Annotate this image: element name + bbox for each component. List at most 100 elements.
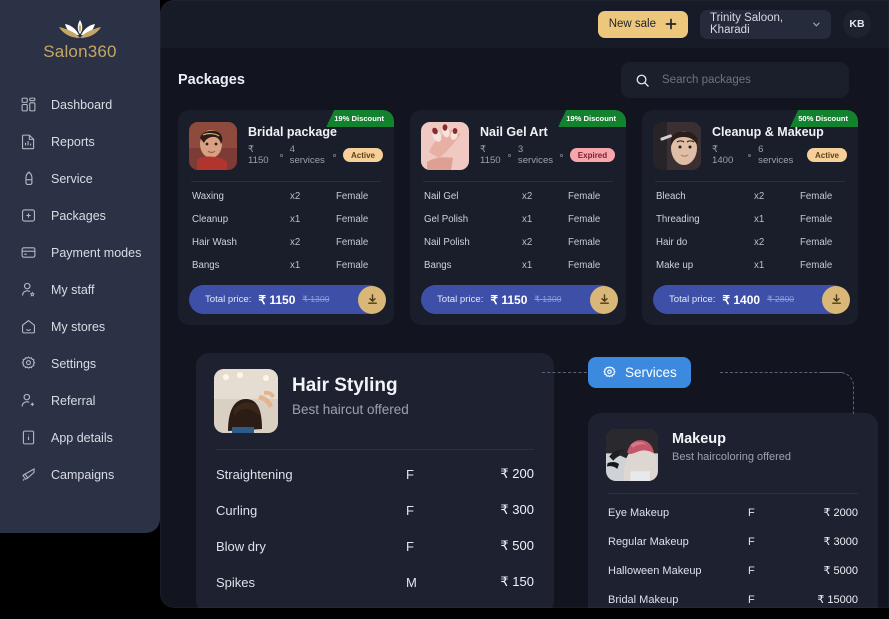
service-name: Halloween Makeup: [608, 564, 702, 577]
service-price: ₹ 3000: [823, 536, 858, 548]
item-gender: Female: [800, 237, 833, 248]
package-item-row: Bangs x1 Female: [421, 254, 615, 277]
package-services-count: 6 services: [758, 144, 794, 166]
avatar-initials: KB: [849, 18, 865, 30]
service-gender: F: [748, 593, 755, 606]
download-button[interactable]: [358, 285, 386, 314]
dot-separator-icon: [279, 153, 283, 157]
download-button[interactable]: [822, 285, 850, 314]
avatar[interactable]: KB: [843, 10, 871, 38]
item-name: Nail Gel: [424, 191, 459, 202]
package-item-row: Waxing x2 Female: [189, 185, 383, 208]
search-box[interactable]: [621, 62, 849, 98]
service-gender: F: [748, 535, 755, 548]
package-header: Bridal package ₹ 1150 4 services Active: [189, 122, 383, 170]
item-gender: Female: [800, 214, 833, 225]
service-gender: F: [748, 564, 755, 577]
status-badge: Active: [342, 148, 383, 162]
discount-ribbon: 19% Discount: [326, 110, 394, 127]
service-price: ₹ 15000: [817, 594, 858, 606]
status-badge: Active: [806, 148, 847, 162]
divider: [608, 493, 858, 494]
package-item-row: Nail Polish x2 Female: [421, 231, 615, 254]
service-row: Blow dry F ₹ 500: [214, 528, 536, 564]
service-name: Spikes: [216, 574, 256, 590]
service-name: Regular Makeup: [608, 535, 689, 548]
sidebar-item-referral[interactable]: Referral: [0, 382, 160, 419]
dot-separator-icon: [508, 153, 511, 157]
package-item-row: Threading x1 Female: [653, 208, 847, 231]
total-old-price: ₹ 1300: [534, 294, 562, 304]
megaphone-icon: [20, 466, 37, 483]
package-price: ₹ 1400: [712, 144, 734, 166]
download-button[interactable]: [590, 285, 618, 314]
item-gender: Female: [568, 260, 601, 271]
package-item-row: Make up x1 Female: [653, 254, 847, 277]
total-price-label: Total price:: [669, 294, 716, 305]
sidebar-item-dashboard[interactable]: Dashboard: [0, 86, 160, 123]
sidebar-item-settings[interactable]: Settings: [0, 345, 160, 382]
service-price: ₹ 5000: [823, 565, 858, 577]
sidebar-item-reports[interactable]: Reports: [0, 123, 160, 160]
sidebar-item-label: Settings: [51, 356, 97, 371]
item-gender: Female: [336, 260, 369, 271]
package-card[interactable]: 50% Discount Cleanup & Makeup ₹ 1400 6 s…: [642, 110, 858, 325]
new-sale-button[interactable]: New sale: [597, 10, 688, 38]
service-gender: F: [406, 538, 414, 554]
sidebar-item-label: Reports: [51, 134, 95, 149]
services-badge[interactable]: Services: [588, 357, 691, 388]
service-card-title: Hair Styling: [292, 375, 398, 396]
package-meta: ₹ 1400 6 services Active: [712, 144, 847, 166]
topbar: New sale Trinity Saloon, Kharadi KB: [160, 0, 889, 48]
grid-icon: [20, 96, 37, 113]
sidebar-item-payment-modes[interactable]: Payment modes: [0, 234, 160, 271]
item-qty: x1: [290, 260, 301, 271]
sidebar-item-campaigns[interactable]: Campaigns: [0, 456, 160, 493]
item-name: Threading: [656, 214, 700, 225]
sidebar-item-packages[interactable]: Packages: [0, 197, 160, 234]
store-selector[interactable]: Trinity Saloon, Kharadi: [700, 9, 831, 39]
sidebar-item-label: Campaigns: [51, 467, 115, 482]
package-header: Cleanup & Makeup ₹ 1400 6 services Activ…: [653, 122, 847, 170]
service-card-hair-styling[interactable]: Hair Styling Best haircut offered Straig…: [196, 353, 554, 608]
item-qty: x1: [754, 214, 765, 225]
gear-icon: [20, 355, 37, 372]
status-badge: Expired: [569, 148, 616, 162]
package-header: Nail Gel Art ₹ 1150 3 services Expired: [421, 122, 616, 170]
service-row: Halloween Makeup F ₹ 5000: [606, 556, 860, 585]
service-gender: F: [406, 502, 414, 518]
package-meta: ₹ 1150 3 services Expired: [480, 144, 616, 166]
package-item-row: Hair do x2 Female: [653, 231, 847, 254]
sidebar-nav: Dashboard Reports Service Packages Payme…: [0, 86, 160, 493]
item-name: Nail Polish: [424, 237, 470, 248]
service-card-makeup[interactable]: Makeup Best haircoloring offered Eye Mak…: [588, 413, 878, 608]
service-price: ₹ 150: [500, 574, 534, 589]
package-item-row: Cleanup x1 Female: [189, 208, 383, 231]
sidebar-item-my-staff[interactable]: My staff: [0, 271, 160, 308]
package-price: ₹ 1150: [248, 144, 269, 166]
total-price-value: ₹ 1150: [258, 292, 296, 307]
package-card[interactable]: 19% Discount Nail Gel Art ₹ 1150 3 servi…: [410, 110, 626, 325]
service-row: Eye Makeup F ₹ 2000: [606, 498, 860, 527]
package-item-row: Nail Gel x2 Female: [421, 185, 615, 208]
service-name: Straightening: [216, 466, 293, 482]
sidebar-item-app-details[interactable]: App details: [0, 419, 160, 456]
sidebar-item-label: Packages: [51, 208, 106, 223]
sidebar-item-service[interactable]: Service: [0, 160, 160, 197]
package-services-count: 3 services: [517, 144, 554, 166]
app-root: Salon360 Dashboard Reports Service Packa…: [0, 0, 889, 619]
brand-logo[interactable]: Salon360: [0, 8, 160, 72]
service-name: Blow dry: [216, 538, 266, 554]
sidebar-item-my-stores[interactable]: My stores: [0, 308, 160, 345]
search-input[interactable]: [662, 74, 835, 86]
report-chart-icon: [20, 133, 37, 150]
page-title: Packages: [178, 72, 245, 88]
package-card[interactable]: 19% Discount Bridal package ₹ 1150 4 ser…: [178, 110, 394, 325]
package-item-row: Bangs x1 Female: [189, 254, 383, 277]
sidebar-item-label: Payment modes: [51, 245, 142, 260]
sidebar-item-label: Dashboard: [51, 97, 113, 112]
connector-line-corner: [822, 372, 854, 414]
total-price-bar: Total price: ₹ 1400 ₹ 2800: [653, 285, 850, 314]
packages-row: 19% Discount Bridal package ₹ 1150 4 ser…: [160, 110, 889, 325]
item-gender: Female: [336, 237, 369, 248]
